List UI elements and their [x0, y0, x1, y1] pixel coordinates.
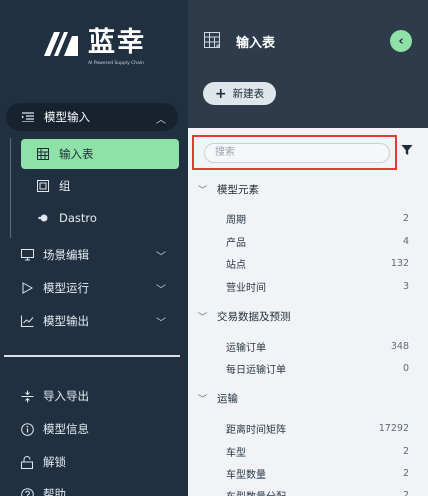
group-transport[interactable]: ﹀ 运输 [198, 389, 420, 407]
row-count: 0 [402, 362, 409, 374]
row-label: 每日运输订单 [226, 364, 286, 376]
panel-header: 输入表 ‹ + 新建表 [188, 0, 428, 128]
table-row[interactable]: 车型数量分配 2 [226, 487, 409, 496]
table-row[interactable]: 站点 132 [226, 255, 409, 271]
nav-model-output-label: 模型输出 [43, 314, 89, 328]
row-label: 距离时间矩阵 [226, 424, 286, 436]
sidebar-divider [4, 355, 180, 357]
sub-item-input-table[interactable]: 输入表 [21, 139, 179, 169]
dastro-icon [37, 212, 49, 224]
nav-scene-edit[interactable]: 场景编辑 ﹀ [20, 244, 170, 266]
nav-model-input[interactable]: 模型输入 ︿ [6, 103, 178, 131]
chevron-down-icon: ﹀ [198, 312, 208, 323]
row-label: 车型数量 [226, 469, 266, 481]
group-transactions-forecast[interactable]: ﹀ 交易数据及预测 [198, 307, 420, 325]
import-export-icon [20, 390, 34, 403]
filter-icon[interactable] [401, 144, 413, 156]
chevron-down-icon: ﹀ [198, 185, 208, 196]
table-icon [204, 32, 220, 48]
row-count: 3 [402, 280, 409, 292]
nav-unlock[interactable]: 解锁 [20, 451, 170, 473]
group-model-elements[interactable]: ﹀ 模型元素 [198, 180, 420, 198]
sub-item-group[interactable]: 组 [21, 171, 179, 201]
row-count: 2 [402, 467, 409, 479]
row-label: 产品 [226, 237, 246, 249]
sub-item-label: 组 [59, 179, 71, 193]
table-row[interactable]: 车型 2 [226, 443, 409, 459]
row-count: 348 [390, 340, 409, 352]
table-row[interactable]: 周期 2 [226, 210, 409, 226]
row-count: 4 [402, 235, 409, 247]
table-row[interactable]: 营业时间 3 [226, 278, 409, 294]
table-list-panel: 搜索 ﹀ 模型元素 周期 2 产品 4 站点 132 营业时间 3 ﹀ 交易数据及预测 … [188, 128, 428, 496]
row-count: 17292 [378, 422, 409, 434]
nav-help-label: 帮助 [43, 487, 66, 496]
tree-line [10, 138, 11, 238]
search-input[interactable]: 搜索 [204, 143, 390, 163]
search-highlight: 搜索 [192, 135, 397, 170]
row-label: 车型数量分配 [226, 488, 286, 496]
nav-model-info[interactable]: 模型信息 [20, 418, 170, 440]
row-label: 运输订单 [226, 342, 266, 354]
chevron-up-icon: ︿ [156, 115, 166, 126]
play-icon [20, 282, 34, 294]
row-count: 2 [402, 445, 409, 457]
table-row[interactable]: 车型数量 2 [226, 465, 409, 481]
nav-model-run-label: 模型运行 [43, 281, 89, 295]
chevron-down-icon: ﹀ [156, 317, 166, 329]
row-label: 周期 [226, 214, 246, 226]
sub-item-dastro[interactable]: Dastro [21, 203, 179, 233]
nav-model-info-label: 模型信息 [43, 422, 89, 436]
sub-item-label: 输入表 [59, 147, 94, 161]
row-count: 132 [390, 257, 409, 269]
list-indent-icon [22, 112, 34, 122]
sidebar: 蓝幸 AI Powered Supply Chain 模型输入 ︿ 输入表 组 … [0, 0, 188, 496]
nav-model-output[interactable]: 模型输出 ﹀ [20, 310, 170, 332]
table-icon [37, 148, 49, 160]
line-chart-icon [20, 315, 34, 327]
new-table-button[interactable]: + 新建表 [203, 82, 276, 105]
table-row[interactable]: 距离时间矩阵 17292 [226, 420, 409, 436]
panel-title: 输入表 [236, 36, 276, 51]
brand-logo: 蓝幸 AI Powered Supply Chain [42, 26, 172, 70]
row-label: 站点 [226, 259, 246, 271]
brand-name: 蓝幸 [88, 27, 146, 58]
unlock-icon [20, 455, 34, 469]
logo-mark-icon [44, 32, 78, 56]
row-label: 车型 [226, 447, 246, 459]
chevron-left-icon: ‹ [398, 33, 404, 49]
sub-item-label: Dastro [59, 211, 97, 225]
nav-model-run[interactable]: 模型运行 ﹀ [20, 277, 170, 299]
collapse-button[interactable]: ‹ [390, 30, 412, 52]
group-icon [37, 180, 49, 192]
row-count: 2 [402, 489, 409, 496]
table-row[interactable]: 每日运输订单 0 [226, 360, 409, 376]
nav-model-input-label: 模型输入 [44, 110, 90, 124]
table-row[interactable]: 运输订单 348 [226, 338, 409, 354]
info-icon [20, 422, 34, 436]
row-count: 2 [402, 212, 409, 224]
help-icon [20, 487, 34, 496]
nav-unlock-label: 解锁 [43, 455, 66, 469]
nav-scene-edit-label: 场景编辑 [43, 248, 89, 262]
table-row[interactable]: 产品 4 [226, 233, 409, 249]
nav-help[interactable]: 帮助 [20, 483, 170, 496]
plus-icon: + [214, 85, 227, 102]
monitor-icon [20, 249, 34, 261]
group-label: 交易数据及预测 [217, 310, 291, 323]
nav-import-export-label: 导入导出 [43, 389, 89, 403]
chevron-down-icon: ﹀ [156, 284, 166, 296]
chevron-down-icon: ﹀ [156, 251, 166, 263]
group-label: 运输 [217, 392, 239, 405]
group-label: 模型元素 [217, 183, 260, 196]
brand-tagline: AI Powered Supply Chain [88, 61, 145, 66]
chevron-down-icon: ﹀ [198, 394, 208, 405]
row-label: 营业时间 [226, 282, 266, 294]
nav-import-export[interactable]: 导入导出 [20, 385, 170, 407]
new-table-label: 新建表 [232, 88, 265, 100]
